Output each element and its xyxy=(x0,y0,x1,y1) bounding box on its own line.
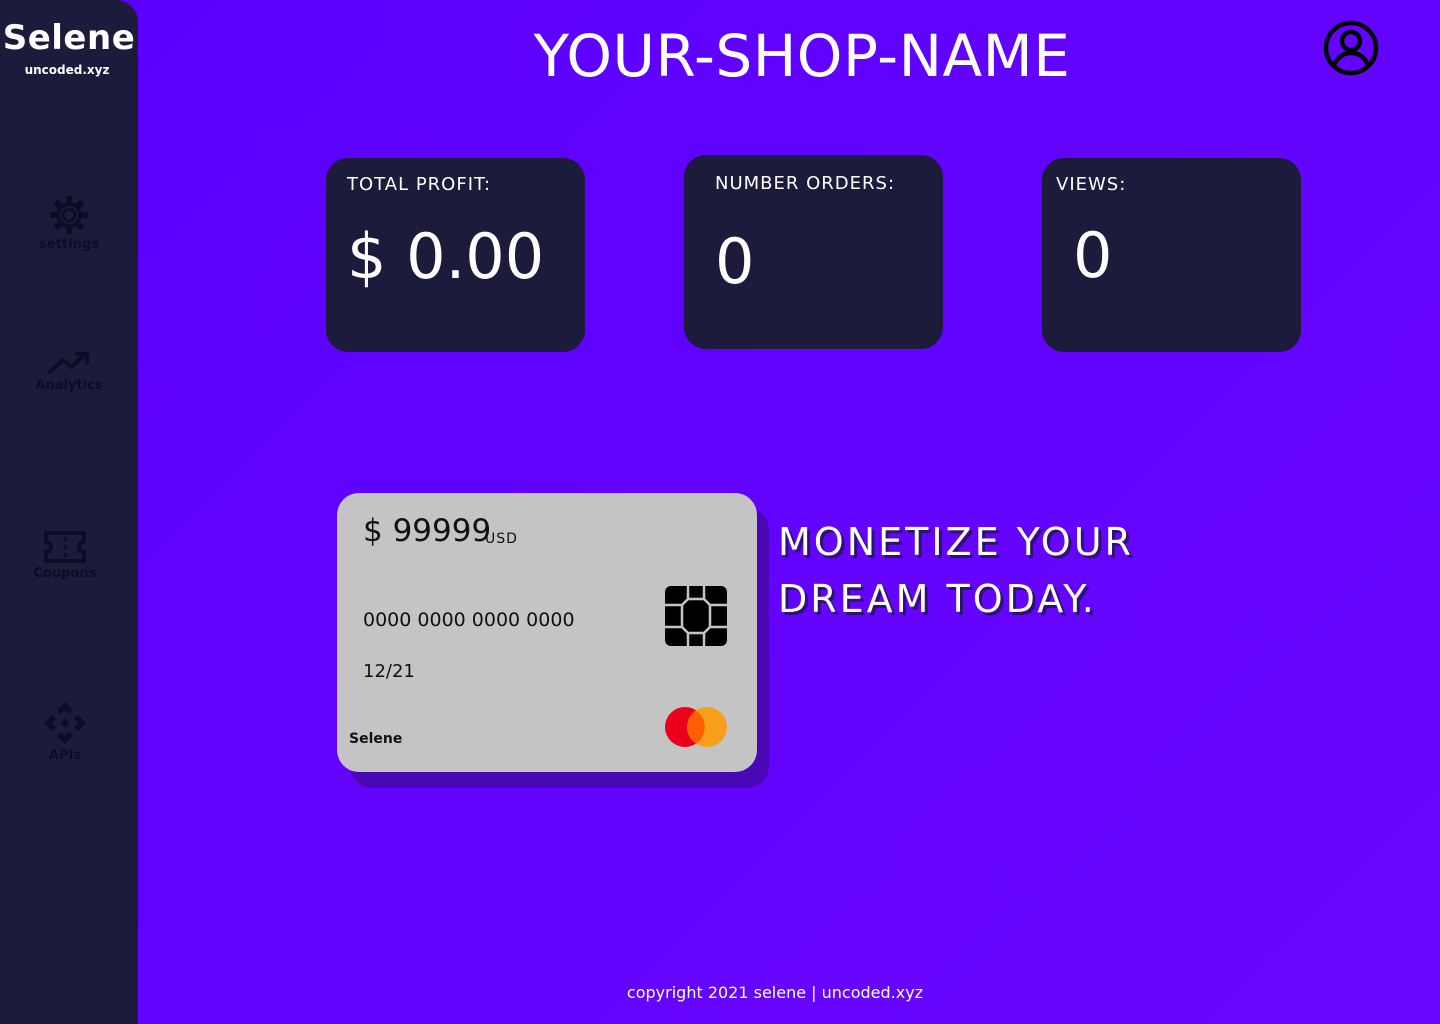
card-brand: Selene xyxy=(349,731,403,747)
tagline: MONETIZE YOUR DREAM TODAY. xyxy=(778,514,1278,628)
trending-up-icon xyxy=(48,352,89,374)
card-currency: USD xyxy=(485,531,518,547)
stat-label: TOTAL PROFIT: xyxy=(347,174,492,195)
ticket-icon xyxy=(44,531,86,563)
profile-button[interactable] xyxy=(1322,19,1380,81)
stat-card-total-profit: TOTAL PROFIT: $ 0.00 xyxy=(326,158,585,352)
user-circle-icon xyxy=(1323,20,1379,76)
brand-name: Selene xyxy=(2,18,136,58)
api-icon xyxy=(44,702,86,744)
stat-label: VIEWS: xyxy=(1056,174,1127,195)
stat-value: $ 0.00 xyxy=(347,220,545,293)
sidebar-item-label: APIs xyxy=(48,748,82,763)
mastercard-logo xyxy=(665,707,727,747)
page-title: YOUR-SHOP-NAME xyxy=(533,22,1071,90)
card-number: 0000 0000 0000 0000 xyxy=(363,609,575,631)
card-balance: $ 99999 xyxy=(363,513,492,549)
credit-card: $ 99999 USD 0000 0000 0000 0000 12/21 Se… xyxy=(337,493,757,772)
tagline-line-1: MONETIZE YOUR xyxy=(778,520,1134,564)
stat-card-number-orders: NUMBER ORDERS: 0 xyxy=(684,155,943,349)
sidebar-item-coupons[interactable]: Coupons xyxy=(0,530,134,581)
card-expiry: 12/21 xyxy=(363,661,415,682)
sidebar-item-settings[interactable]: settings xyxy=(0,195,138,252)
sidebar-item-apis[interactable]: APIs xyxy=(0,700,134,763)
sidebar: Selene uncoded.xyz settings Analytics Co… xyxy=(0,0,138,1024)
sidebar-item-label: Coupons xyxy=(33,566,97,581)
sidebar-item-analytics[interactable]: Analytics xyxy=(0,350,138,393)
tagline-line-2: DREAM TODAY. xyxy=(778,577,1097,621)
stat-card-views: VIEWS: 0 xyxy=(1042,158,1301,352)
footer-copyright: copyright 2021 selene | uncoded.xyz xyxy=(626,983,924,1002)
sidebar-item-label: Analytics xyxy=(35,378,103,393)
brand-subtitle: uncoded.xyz xyxy=(24,63,110,77)
stat-value: 0 xyxy=(1073,219,1113,292)
stat-value: 0 xyxy=(715,225,755,298)
chip-icon xyxy=(665,586,727,646)
stat-label: NUMBER ORDERS: xyxy=(715,173,896,194)
gear-icon xyxy=(50,196,88,234)
sidebar-item-label: settings xyxy=(39,237,99,252)
